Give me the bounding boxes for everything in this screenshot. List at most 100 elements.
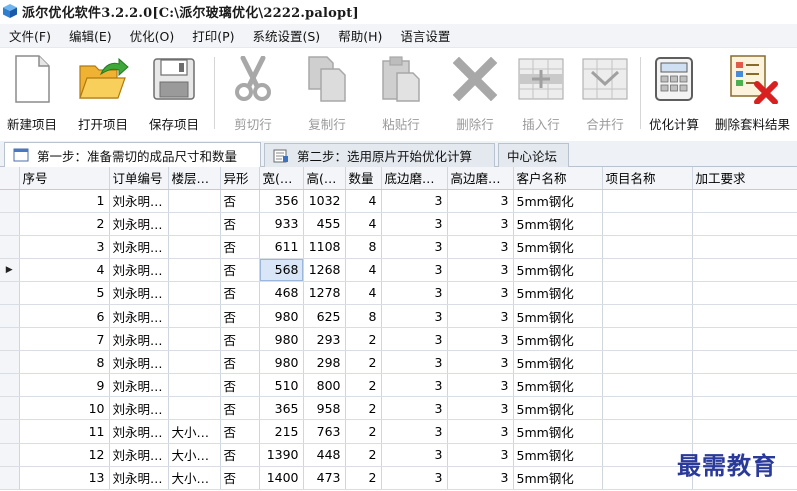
table-cell[interactable]: 1 [19, 189, 110, 213]
table-cell[interactable]: 12 [19, 443, 110, 467]
table-cell[interactable] [692, 235, 797, 259]
table-row[interactable]: 5 刘永明… 否 468 1278 4 3 3 5mm钢化 [0, 281, 797, 305]
insert-row-button[interactable]: 插入行 [515, 53, 567, 133]
table-cell[interactable]: 4 [345, 281, 382, 305]
table-cell[interactable]: 否 [220, 350, 260, 375]
menu-edit[interactable]: 编辑(E) [60, 26, 121, 45]
table-cell[interactable]: 3 [447, 212, 514, 236]
table-cell[interactable]: 455 [303, 212, 346, 236]
column-header[interactable]: 序号 [19, 167, 110, 190]
table-cell[interactable]: 3 [381, 373, 448, 398]
table-cell[interactable] [602, 281, 693, 305]
table-cell[interactable]: 刘永明… [109, 304, 169, 329]
table-cell[interactable]: 3 [381, 396, 448, 421]
table-cell[interactable]: 否 [220, 327, 260, 352]
table-cell[interactable] [168, 304, 221, 329]
table-row[interactable]: 11 刘永明… 大小… 否 215 763 2 3 3 5mm钢化 [0, 419, 797, 444]
table-cell[interactable]: 刘永明… [109, 281, 169, 305]
table-cell[interactable]: 5mm钢化 [513, 419, 603, 444]
table-cell[interactable]: 365 [259, 396, 304, 421]
column-header[interactable]: 异形 [220, 167, 260, 190]
table-cell[interactable]: 510 [259, 373, 304, 398]
column-header[interactable]: 客户名称 [513, 167, 603, 190]
table-cell[interactable]: 5mm钢化 [513, 189, 603, 213]
table-cell[interactable]: 2 [345, 373, 382, 398]
table-cell[interactable]: 否 [220, 212, 260, 236]
table-cell[interactable]: 5mm钢化 [513, 258, 603, 282]
table-row[interactable]: 6 刘永明… 否 980 625 8 3 3 5mm钢化 [0, 304, 797, 329]
table-cell[interactable]: 7 [19, 327, 110, 352]
table-cell[interactable]: 2 [19, 212, 110, 236]
table-cell[interactable]: 3 [381, 419, 448, 444]
table-cell[interactable]: 3 [381, 189, 448, 213]
table-cell[interactable] [692, 281, 797, 305]
table-cell[interactable]: 11 [19, 419, 110, 444]
row-selector[interactable] [0, 443, 20, 467]
table-cell[interactable]: 3 [447, 281, 514, 305]
table-cell[interactable] [602, 373, 693, 398]
table-cell[interactable]: 3 [447, 350, 514, 375]
tab-step-two[interactable]: 第二步：选用原片开始优化计算 [264, 143, 495, 167]
row-selector[interactable] [0, 466, 20, 490]
table-cell[interactable]: 否 [220, 419, 260, 444]
table-cell[interactable]: 1278 [303, 281, 346, 305]
table-cell[interactable] [168, 235, 221, 259]
table-cell[interactable]: 5mm钢化 [513, 212, 603, 236]
table-cell[interactable]: 3 [447, 396, 514, 421]
table-row[interactable]: 8 刘永明… 否 980 298 2 3 3 5mm钢化 [0, 350, 797, 375]
table-cell[interactable]: 3 [19, 235, 110, 259]
row-selector[interactable] [0, 235, 20, 259]
table-cell[interactable]: 刘永明… [109, 466, 169, 490]
table-cell[interactable]: 8 [19, 350, 110, 375]
table-cell[interactable] [168, 350, 221, 375]
table-cell[interactable]: 5mm钢化 [513, 373, 603, 398]
table-cell[interactable] [602, 327, 693, 352]
table-cell[interactable]: 3 [447, 189, 514, 213]
table-cell[interactable]: 611 [259, 235, 304, 259]
table-cell[interactable]: 215 [259, 419, 304, 444]
table-cell[interactable] [602, 189, 693, 213]
table-row[interactable]: ▶ 4 刘永明… 否 568 1268 4 3 3 5mm钢化 [0, 258, 797, 282]
row-selector[interactable] [0, 304, 20, 329]
table-cell[interactable] [168, 327, 221, 352]
table-cell[interactable] [692, 396, 797, 421]
column-header[interactable]: 楼层… [168, 167, 221, 190]
table-cell[interactable]: 大小… [168, 443, 221, 467]
table-row[interactable]: 10 刘永明… 否 365 958 2 3 3 5mm钢化 [0, 396, 797, 421]
table-cell[interactable]: 298 [303, 350, 346, 375]
table-cell[interactable]: 2 [345, 396, 382, 421]
table-cell[interactable]: 刘永明… [109, 443, 169, 467]
table-cell[interactable] [168, 189, 221, 213]
menu-optimize[interactable]: 优化(O) [121, 26, 184, 45]
table-cell[interactable] [168, 212, 221, 236]
table-cell[interactable]: 2 [345, 466, 382, 490]
table-cell[interactable]: 4 [345, 189, 382, 213]
paste-row-button[interactable]: 粘贴行 [375, 53, 427, 133]
menu-print[interactable]: 打印(P) [183, 26, 243, 45]
row-selector[interactable] [0, 189, 20, 213]
table-cell[interactable] [692, 350, 797, 375]
table-cell[interactable]: 5mm钢化 [513, 281, 603, 305]
column-header[interactable]: 高(… [303, 167, 346, 190]
table-cell[interactable]: 大小… [168, 466, 221, 490]
table-cell[interactable]: 3 [447, 235, 514, 259]
table-cell[interactable]: 763 [303, 419, 346, 444]
table-cell[interactable]: 5mm钢化 [513, 235, 603, 259]
table-cell[interactable]: 否 [220, 258, 260, 282]
table-cell[interactable]: 5mm钢化 [513, 443, 603, 467]
table-cell[interactable]: 293 [303, 327, 346, 352]
table-cell[interactable]: 否 [220, 235, 260, 259]
table-cell[interactable]: 3 [381, 350, 448, 375]
row-selector[interactable] [0, 350, 20, 375]
table-cell[interactable]: 刘永明… [109, 189, 169, 213]
menu-system-settings[interactable]: 系统设置(S) [244, 26, 330, 45]
table-cell[interactable] [692, 327, 797, 352]
merge-row-button[interactable]: 合并行 [579, 53, 631, 133]
table-cell[interactable]: 3 [447, 327, 514, 352]
menu-file[interactable]: 文件(F) [0, 26, 60, 45]
table-cell[interactable]: 468 [259, 281, 304, 305]
table-row[interactable]: 2 刘永明… 否 933 455 4 3 3 5mm钢化 [0, 212, 797, 236]
table-cell[interactable]: 4 [19, 258, 110, 282]
table-cell[interactable] [692, 258, 797, 282]
table-cell[interactable]: 3 [447, 443, 514, 467]
